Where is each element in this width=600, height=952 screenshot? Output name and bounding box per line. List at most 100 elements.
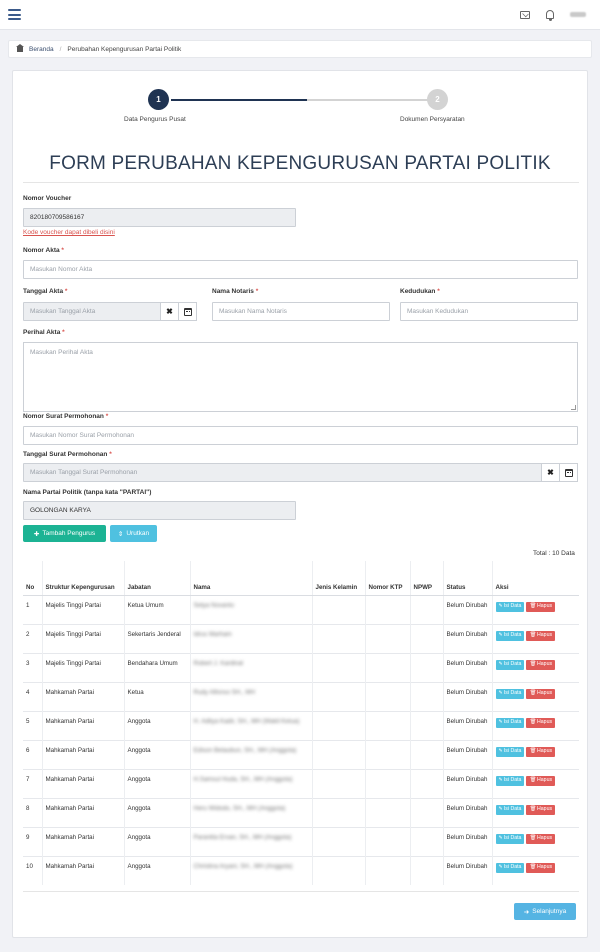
cell-nomor-ktp: [364, 739, 410, 769]
tanggal-surat-label: Tanggal Surat Permohonan *: [23, 451, 112, 458]
step-2-circle[interactable]: 2: [427, 89, 448, 110]
urutkan-button[interactable]: ⇕ Urutkan: [110, 525, 157, 542]
home-icon: [16, 43, 24, 52]
isi-data-button[interactable]: ✎ Isi Data: [495, 659, 525, 670]
trash-icon: 🗑: [529, 806, 537, 813]
pengurus-table: No Struktur Kepengurusan Jabatan Nama Je…: [23, 561, 579, 885]
isi-data-button[interactable]: ✎ Isi Data: [495, 601, 525, 612]
kedudukan-input[interactable]: Masukan Kedudukan: [400, 302, 578, 321]
col-jabatan: Jabatan: [123, 561, 190, 596]
tanggal-akta-input[interactable]: Masukan Tanggal Akta: [23, 302, 161, 321]
breadcrumb-home[interactable]: Beranda: [29, 46, 54, 53]
cell-npwp: [409, 826, 443, 856]
cell-npwp: [409, 855, 443, 885]
bell-icon[interactable]: [546, 10, 554, 21]
hapus-button[interactable]: 🗑 Hapus: [526, 659, 556, 670]
nama-notaris-label: Nama Notaris *: [212, 288, 259, 295]
cell-jenis-kelamin: [311, 594, 365, 624]
isi-data-button[interactable]: ✎ Isi Data: [495, 717, 525, 728]
cell-aksi: ✎ Isi Data 🗑 Hapus: [491, 855, 579, 885]
tanggal-surat-input[interactable]: Masukan Tanggal Surat Permohonan: [23, 463, 542, 482]
col-jenis-kelamin: Jenis Kelamin: [311, 561, 365, 596]
col-nama: Nama: [189, 561, 312, 596]
cell-npwp: [409, 623, 443, 653]
hapus-button[interactable]: 🗑 Hapus: [526, 804, 556, 815]
tanggal-akta-label: Tanggal Akta *: [23, 288, 68, 295]
cell-aksi: ✎ Isi Data 🗑 Hapus: [491, 768, 579, 798]
hapus-button[interactable]: 🗑 Hapus: [526, 601, 556, 612]
cell-status: Belum Dirubah: [442, 797, 492, 827]
table-row: 8 Mahkamah Partai Anggota Heru Widodo, S…: [23, 797, 579, 827]
cell-npwp: [409, 594, 443, 624]
hamburger-menu-icon[interactable]: [8, 9, 21, 20]
trash-icon: 🗑: [529, 748, 537, 755]
hapus-button[interactable]: 🗑 Hapus: [526, 833, 556, 844]
cell-struktur: Mahkamah Partai: [41, 710, 124, 740]
hapus-button[interactable]: 🗑 Hapus: [526, 775, 556, 786]
cell-no: 9: [23, 826, 42, 856]
kedudukan-label: Kedudukan *: [400, 288, 440, 295]
plus-icon: ✚: [33, 530, 40, 538]
tanggal-akta-clear-button[interactable]: ✖: [160, 302, 179, 321]
pencil-icon: ✎: [498, 864, 503, 871]
cell-no: 7: [23, 768, 42, 798]
isi-data-button[interactable]: ✎ Isi Data: [495, 630, 525, 641]
trash-icon: 🗑: [529, 835, 537, 842]
hapus-button[interactable]: 🗑 Hapus: [526, 717, 556, 728]
cell-no: 10: [23, 855, 42, 885]
nama-partai-label: Nama Partai Politik (tanpa kata "PARTAI"…: [23, 489, 152, 496]
tambah-pengurus-button[interactable]: ✚ Tambah Pengurus: [23, 525, 106, 542]
isi-data-button[interactable]: ✎ Isi Data: [495, 775, 525, 786]
cell-status: Belum Dirubah: [442, 768, 492, 798]
table-row: 3 Majelis Tinggi Partai Bendahara Umum R…: [23, 652, 579, 682]
tanggal-surat-calendar-button[interactable]: [559, 463, 578, 482]
cell-struktur: Mahkamah Partai: [41, 797, 124, 827]
cell-nomor-ktp: [364, 594, 410, 624]
form-card: 1 2 Data Pengurus Pusat Dokumen Persyara…: [12, 70, 588, 938]
selanjutnya-button[interactable]: ➜ Selanjutnya: [514, 903, 576, 920]
hapus-button[interactable]: 🗑 Hapus: [526, 630, 556, 641]
hapus-button[interactable]: 🗑 Hapus: [526, 746, 556, 757]
table-row: 5 Mahkamah Partai Anggota H. Aditya Kadi…: [23, 710, 579, 740]
tanggal-akta-calendar-button[interactable]: [178, 302, 197, 321]
trash-icon: 🗑: [529, 777, 537, 784]
isi-data-button[interactable]: ✎ Isi Data: [495, 688, 525, 699]
cell-aksi: ✎ Isi Data 🗑 Hapus: [491, 710, 579, 740]
voucher-purchase-link[interactable]: Kode voucher dapat dibeli disini: [23, 229, 115, 236]
cell-npwp: [409, 797, 443, 827]
isi-data-button[interactable]: ✎ Isi Data: [495, 746, 525, 757]
cell-nama: H. Aditya Kadir, SH., MH (Wakil Ketua): [189, 710, 312, 740]
nama-notaris-input[interactable]: Masukan Nama Notaris: [212, 302, 390, 321]
hapus-button[interactable]: 🗑 Hapus: [526, 862, 556, 873]
arrow-right-icon: ➜: [523, 908, 530, 916]
isi-data-button[interactable]: ✎ Isi Data: [495, 862, 525, 873]
cell-npwp: [409, 739, 443, 769]
nomor-akta-label: Nomor Akta *: [23, 247, 64, 254]
tanggal-surat-clear-button[interactable]: ✖: [541, 463, 560, 482]
table-row: 6 Mahkamah Partai Anggota Edison Betaubu…: [23, 739, 579, 769]
perihal-akta-textarea[interactable]: Masukan Perihal Akta: [23, 342, 578, 412]
cell-struktur: Mahkamah Partai: [41, 826, 124, 856]
top-navbar: [0, 0, 600, 30]
cell-nama: Heru Widodo, SH., MH (Anggota): [189, 797, 312, 827]
isi-data-button[interactable]: ✎ Isi Data: [495, 833, 525, 844]
nomor-surat-input[interactable]: Masukan Nomor Surat Permohonan: [23, 426, 578, 445]
isi-data-button[interactable]: ✎ Isi Data: [495, 804, 525, 815]
topbar-actions: [520, 10, 592, 21]
cell-jenis-kelamin: [311, 739, 365, 769]
nomor-akta-input[interactable]: Masukan Nomor Akta: [23, 260, 578, 279]
step-1-circle[interactable]: 1: [148, 89, 169, 110]
sort-icon: ⇕: [117, 530, 124, 538]
cell-jenis-kelamin: [311, 623, 365, 653]
pencil-icon: ✎: [498, 835, 503, 842]
cell-status: Belum Dirubah: [442, 739, 492, 769]
user-menu[interactable]: [570, 12, 586, 17]
resize-handle[interactable]: [571, 405, 576, 410]
clear-icon: ✖: [547, 468, 554, 477]
hapus-button[interactable]: 🗑 Hapus: [526, 688, 556, 699]
cell-status: Belum Dirubah: [442, 652, 492, 682]
cell-nama: Idrus Marham: [189, 623, 312, 653]
cell-aksi: ✎ Isi Data 🗑 Hapus: [491, 681, 579, 711]
mail-icon[interactable]: [520, 10, 530, 19]
cell-jabatan: Anggota: [123, 739, 190, 769]
